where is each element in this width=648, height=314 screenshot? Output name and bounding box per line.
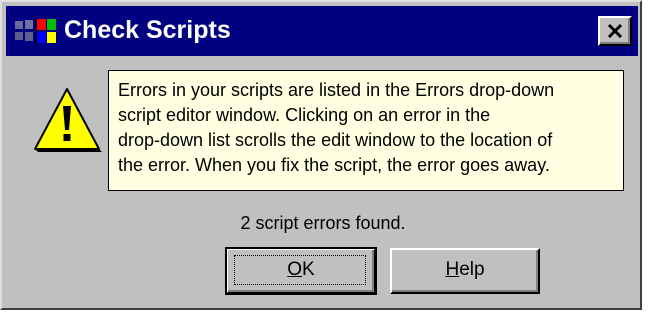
ok-button[interactable]: OK	[225, 247, 377, 295]
focus-rect	[234, 255, 366, 285]
help-mnemonic: H	[445, 259, 460, 280]
help-label: elp	[459, 259, 485, 280]
warning-icon	[34, 88, 102, 152]
title-bar[interactable]: Check Scripts	[6, 6, 638, 56]
help-button[interactable]: Help	[390, 248, 540, 294]
message-line: the error. When you fix the script, the …	[118, 155, 550, 175]
close-icon	[607, 23, 623, 39]
windows-flag-icon	[15, 18, 56, 45]
window-title: Check Scripts	[64, 16, 231, 44]
close-button[interactable]	[598, 16, 632, 46]
message-line: script editor window. Clicking on an err…	[118, 105, 491, 125]
check-scripts-dialog: Check Scripts Errors in your scripts are…	[0, 0, 642, 310]
error-count-status: 2 script errors found.	[240, 213, 406, 233]
message-line: Errors in your scripts are listed in the…	[118, 80, 555, 100]
error-help-message: Errors in your scripts are listed in the…	[108, 70, 624, 191]
message-line: drop-down list scrolls the edit window t…	[118, 130, 553, 150]
